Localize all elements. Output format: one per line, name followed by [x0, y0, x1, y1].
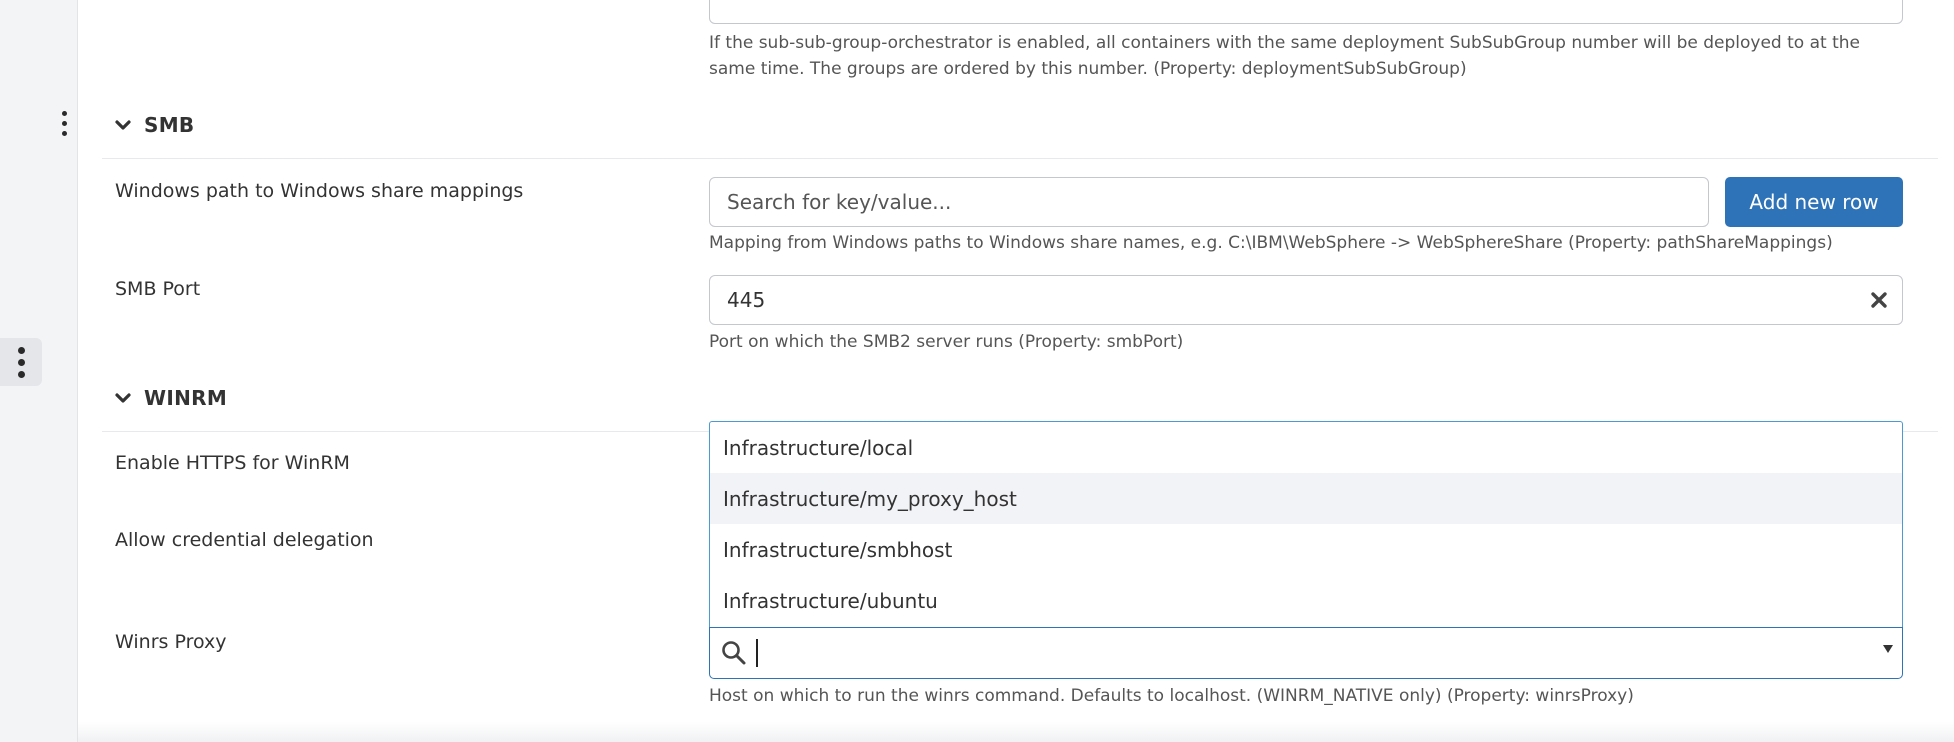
- section-title-winrm: WINRM: [144, 386, 228, 410]
- winrs-proxy-help: Host on which to run the winrs command. …: [709, 686, 1634, 706]
- smb-port-value: 445: [727, 288, 766, 312]
- section-header-smb[interactable]: SMB: [114, 113, 194, 137]
- properties-panel: If the sub-sub-group-orchestrator is ena…: [102, 0, 1938, 742]
- section-header-winrm[interactable]: WINRM: [114, 386, 227, 410]
- vertical-dots-icon[interactable]: [0, 338, 42, 386]
- chevron-down-icon: [115, 393, 131, 403]
- share-mappings-search-input[interactable]: [727, 190, 1691, 214]
- bottom-shadow: [78, 722, 1954, 742]
- dropdown-arrow-icon[interactable]: [1882, 644, 1894, 654]
- add-new-row-button[interactable]: Add new row: [1725, 177, 1903, 227]
- search-icon: [722, 641, 746, 665]
- vertical-dots-icon[interactable]: [62, 111, 67, 136]
- share-mappings-label: Windows path to Windows share mappings: [115, 180, 524, 202]
- dropdown-option[interactable]: Infrastructure/local: [710, 422, 1902, 473]
- dropdown-option-highlighted[interactable]: Infrastructure/my_proxy_host: [710, 473, 1902, 524]
- share-mappings-search[interactable]: [709, 177, 1709, 227]
- smb-port-field[interactable]: 445: [709, 275, 1903, 325]
- deployment-subsubgroup-input[interactable]: [709, 0, 1903, 24]
- chevron-down-icon: [115, 120, 131, 130]
- divider: [102, 158, 1938, 159]
- dropdown-option[interactable]: Infrastructure/ubuntu: [710, 575, 1902, 626]
- share-mappings-help: Mapping from Windows paths to Windows sh…: [709, 233, 1833, 253]
- clear-icon[interactable]: [1870, 291, 1888, 309]
- text-cursor: [756, 639, 758, 667]
- winrm-https-label: Enable HTTPS for WinRM: [115, 452, 350, 474]
- credential-delegation-label: Allow credential delegation: [115, 529, 374, 551]
- winrs-proxy-label: Winrs Proxy: [115, 631, 227, 653]
- section-title-smb: SMB: [144, 113, 195, 137]
- winrs-proxy-options: Infrastructure/local Infrastructure/my_p…: [709, 421, 1903, 627]
- deployment-subsubgroup-help: If the sub-sub-group-orchestrator is ena…: [709, 33, 1860, 79]
- winrs-proxy-select[interactable]: [709, 627, 1903, 679]
- smb-port-help: Port on which the SMB2 server runs (Prop…: [709, 332, 1184, 352]
- dropdown-option[interactable]: Infrastructure/smbhost: [710, 524, 1902, 575]
- smb-port-label: SMB Port: [115, 278, 201, 300]
